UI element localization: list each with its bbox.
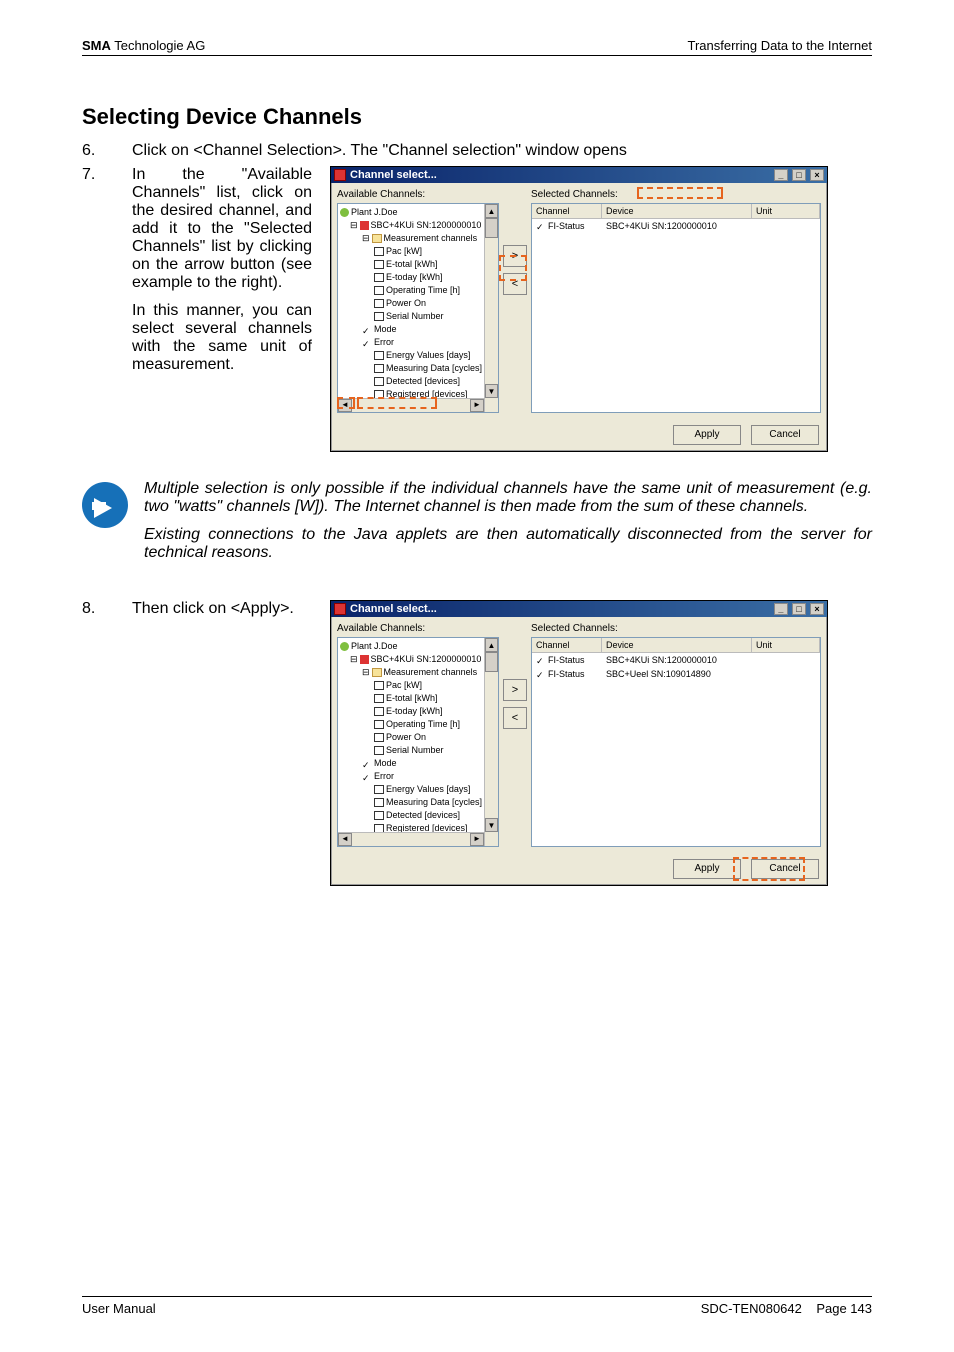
window-title: Channel select... [350, 603, 437, 615]
remove-channel-button[interactable]: < [503, 707, 527, 729]
maximize-button[interactable]: □ [792, 603, 806, 615]
close-button[interactable]: × [810, 169, 824, 181]
selected-table[interactable]: Channel Device Unit FI-StatusSBC+4KUi SN… [531, 203, 821, 413]
add-channel-button[interactable]: > [503, 679, 527, 701]
minimize-button[interactable]: _ [774, 603, 788, 615]
step-text: Then click on <Apply>. [132, 600, 312, 618]
note-paragraph-1: Multiple selection is only possible if t… [144, 480, 872, 516]
available-label: Available Channels: [337, 189, 499, 200]
step-7-para2: In this manner, you can select several c… [82, 302, 312, 374]
brand-rest: Technologie AG [111, 38, 205, 53]
footer-page-num: 143 [850, 1301, 872, 1316]
table-row[interactable]: FI-StatusSBC+4KUi SN:1200000010 [532, 219, 820, 233]
cancel-button[interactable]: Cancel [751, 859, 819, 879]
add-channel-button[interactable]: > [503, 245, 527, 267]
window-title: Channel select... [350, 169, 437, 181]
apply-button[interactable]: Apply [673, 425, 741, 445]
step-text: Click on <Channel Selection>. The "Chann… [132, 142, 872, 160]
scroll-right-button[interactable]: ► [470, 399, 484, 412]
apply-button[interactable]: Apply [673, 859, 741, 879]
step-number: 8. [82, 600, 132, 618]
available-tree[interactable]: Plant J.Doe⊟ SBC+4KUi SN:1200000010⊟ Mea… [337, 637, 499, 847]
th-device[interactable]: Device [602, 204, 752, 218]
channel-select-window: Channel select... _ □ × Available Channe… [330, 166, 828, 452]
scrollbar-vertical[interactable]: ▲ ▼ [484, 638, 498, 846]
available-label: Available Channels: [337, 623, 499, 634]
selected-label: Selected Channels: [531, 189, 821, 200]
step-number: 6. [82, 142, 132, 160]
selected-table[interactable]: Channel Device Unit FI-StatusSBC+4KUi SN… [531, 637, 821, 847]
scrollbar-horizontal[interactable]: ◄ ► [338, 832, 484, 846]
header-right: Transferring Data to the Internet [687, 38, 872, 53]
scroll-up-button[interactable]: ▲ [485, 204, 498, 218]
footer-page-label: Page [816, 1301, 850, 1316]
th-unit[interactable]: Unit [752, 204, 820, 218]
scroll-thumb[interactable] [485, 218, 498, 238]
step-text: In the "Available Channels" list, click … [132, 166, 312, 292]
selected-label: Selected Channels: [531, 623, 821, 634]
header-left: SMA Technologie AG [82, 38, 205, 53]
scroll-left-button[interactable]: ◄ [338, 399, 352, 412]
step-7: 7. In the "Available Channels" list, cli… [82, 166, 312, 292]
th-channel[interactable]: Channel [532, 638, 602, 652]
step-8: 8. Then click on <Apply>. [82, 600, 312, 618]
close-button[interactable]: × [810, 603, 824, 615]
channel-select-window: Channel select... _ □ × Available Channe… [330, 600, 828, 886]
scroll-thumb[interactable] [485, 652, 498, 672]
scrollbar-vertical[interactable]: ▲ ▼ [484, 204, 498, 412]
minimize-button[interactable]: _ [774, 169, 788, 181]
th-unit[interactable]: Unit [752, 638, 820, 652]
scroll-right-button[interactable]: ► [470, 833, 484, 846]
brand-bold: SMA [82, 38, 111, 53]
page-footer: User Manual SDC-TEN080642 Page 143 [82, 1296, 872, 1316]
footer-doc: SDC-TEN080642 [701, 1301, 802, 1316]
available-tree[interactable]: Plant J.Doe⊟ SBC+4KUi SN:1200000010⊟ Mea… [337, 203, 499, 413]
th-channel[interactable]: Channel [532, 204, 602, 218]
window-titlebar[interactable]: Channel select... _ □ × [331, 601, 827, 617]
app-icon [334, 603, 346, 615]
th-device[interactable]: Device [602, 638, 752, 652]
app-icon [334, 169, 346, 181]
window-titlebar[interactable]: Channel select... _ □ × [331, 167, 827, 183]
page-header: SMA Technologie AG Transferring Data to … [82, 38, 872, 56]
scroll-up-button[interactable]: ▲ [485, 638, 498, 652]
footer-right: SDC-TEN080642 Page 143 [701, 1301, 872, 1316]
step-6: 6. Click on <Channel Selection>. The "Ch… [82, 142, 872, 160]
note-block: Multiple selection is only possible if t… [82, 480, 872, 572]
table-row[interactable]: FI-StatusSBC+4KUi SN:1200000010 [532, 653, 820, 667]
scroll-down-button[interactable]: ▼ [485, 818, 498, 832]
footer-left: User Manual [82, 1301, 156, 1316]
scroll-left-button[interactable]: ◄ [338, 833, 352, 846]
scroll-down-button[interactable]: ▼ [485, 384, 498, 398]
cancel-button[interactable]: Cancel [751, 425, 819, 445]
scrollbar-horizontal[interactable]: ◄ ► [338, 398, 484, 412]
note-paragraph-2: Existing connections to the Java applets… [144, 526, 872, 562]
section-title: Selecting Device Channels [82, 104, 872, 130]
maximize-button[interactable]: □ [792, 169, 806, 181]
table-row[interactable]: FI-StatusSBC+Ueel SN:109014890 [532, 667, 820, 681]
step-number: 7. [82, 166, 132, 292]
note-arrow-icon [82, 482, 128, 528]
remove-channel-button[interactable]: < [503, 273, 527, 295]
